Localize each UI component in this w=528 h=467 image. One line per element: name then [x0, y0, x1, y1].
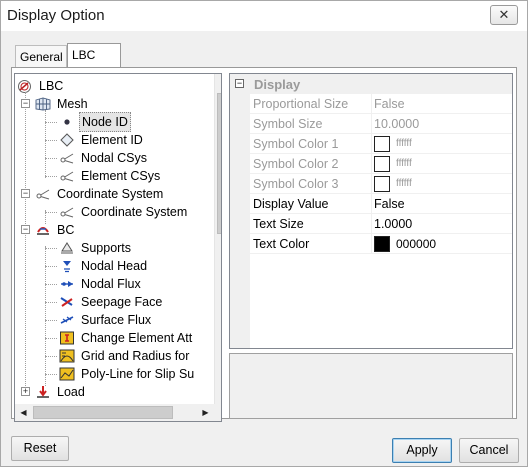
scrollbar-corner [214, 404, 221, 421]
csys-icon [59, 151, 75, 165]
grid-radius-icon [59, 349, 75, 363]
diamond-icon [59, 133, 75, 147]
tree-connector [25, 92, 26, 392]
supports-icon [59, 241, 75, 255]
csys-icon [59, 205, 75, 219]
cancel-button[interactable]: Cancel [459, 438, 519, 463]
csys-icon [35, 187, 51, 201]
collapse-icon[interactable]: − [21, 99, 30, 108]
reset-button[interactable]: Reset [11, 436, 69, 461]
property-row-text-color[interactable]: Text Color 000000 [250, 234, 512, 254]
close-icon: ✕ [498, 7, 510, 22]
scroll-up-icon[interactable]: ▲ [215, 74, 221, 91]
tree-connector [45, 110, 46, 178]
tab-lbc[interactable]: LBC [67, 43, 121, 68]
node-dot-icon [59, 115, 75, 129]
nodal-head-icon [59, 259, 75, 273]
lbc-icon [17, 79, 33, 93]
color-swatch [374, 136, 390, 152]
scroll-right-icon[interactable]: ▶ [197, 404, 214, 421]
property-row-text-size[interactable]: Text Size 1.0000 [250, 214, 512, 234]
property-category-display[interactable]: − Display [230, 74, 512, 94]
color-swatch [374, 156, 390, 172]
window-title: Display Option [7, 7, 105, 24]
seepage-face-icon [59, 295, 75, 309]
apply-button[interactable]: Apply [392, 438, 452, 463]
property-row-display-value[interactable]: Display Value False [250, 194, 512, 214]
color-swatch [374, 176, 390, 192]
mesh-icon [35, 97, 51, 111]
property-row-symbol-size[interactable]: Symbol Size 10.0000 [250, 114, 512, 134]
property-row-proportional-size[interactable]: Proportional Size False [250, 94, 512, 114]
property-row-symbol-color-3[interactable]: Symbol Color 3 ffffff [250, 174, 512, 194]
expand-icon[interactable]: + [21, 387, 30, 396]
display-option-dialog: Display Option ✕ General LBC LBC − Mesh [0, 0, 528, 467]
property-row-symbol-color-2[interactable]: Symbol Color 2 ffffff [250, 154, 512, 174]
collapse-icon[interactable]: − [21, 225, 30, 234]
title-bar: Display Option ✕ [1, 1, 527, 31]
surface-flux-icon [59, 313, 75, 327]
lbc-tree[interactable]: LBC − Mesh Node ID Element ID Nodal CSys… [14, 73, 222, 422]
close-button[interactable]: ✕ [490, 5, 518, 25]
tab-general[interactable]: General [15, 45, 67, 67]
color-swatch [374, 236, 390, 252]
collapse-icon[interactable]: − [235, 79, 244, 88]
load-icon [35, 385, 51, 399]
property-row-symbol-color-1[interactable]: Symbol Color 1 ffffff [250, 134, 512, 154]
horizontal-scroll-thumb[interactable] [33, 406, 173, 419]
csys-icon [59, 169, 75, 183]
tree-connector [45, 246, 46, 386]
scroll-down-icon[interactable]: ▼ [215, 387, 221, 404]
tree-horizontal-scrollbar[interactable]: ◀ ▶ [15, 404, 214, 421]
collapse-icon[interactable]: − [21, 189, 30, 198]
change-element-icon [59, 331, 75, 345]
property-grid: − Display Proportional Size False Symbol… [229, 73, 513, 349]
property-grid-margin [230, 74, 250, 348]
property-description-pane [229, 353, 513, 419]
vertical-scroll-thumb[interactable] [217, 93, 221, 234]
nodal-flux-icon [59, 277, 75, 291]
bc-icon [35, 223, 51, 237]
tree-vertical-scrollbar[interactable]: ▲ ▼ [214, 74, 221, 404]
scroll-left-icon[interactable]: ◀ [15, 404, 32, 421]
polyline-icon [59, 367, 75, 381]
